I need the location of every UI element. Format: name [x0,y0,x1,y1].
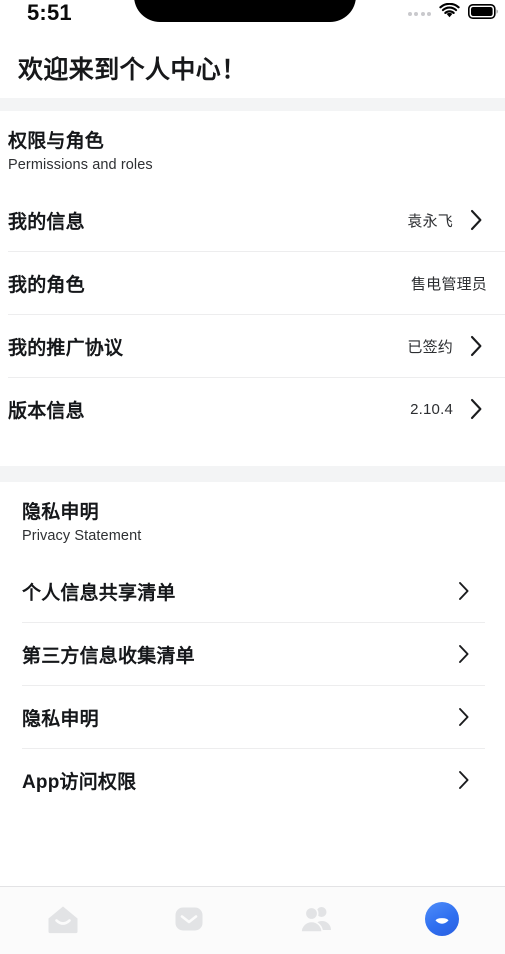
chevron-right-icon[interactable] [465,335,487,357]
battery-full-icon [468,3,499,24]
section-divider-band-top [0,98,505,111]
row-app-access-permissions[interactable]: App访问权限 [0,749,505,811]
signal-dots-icon [407,11,431,16]
permissions-section-subtitle: Permissions and roles [8,157,153,173]
row-label: 个人信息共享清单 [22,582,176,604]
page-header: 欢迎来到个人中心！ [0,32,505,98]
chevron-right-icon[interactable] [465,209,487,231]
permissions-and-roles-card: 权限与角色 Permissions and roles 我的信息 袁永飞 我的角… [0,111,505,466]
row-value: 售电管理员 [410,275,487,293]
row-third-party-collection-list[interactable]: 第三方信息收集清单 [0,623,505,685]
privacy-section-title: 隐私申明 [22,502,99,523]
row-version-information[interactable]: 版本信息 2.10.4 [0,378,505,440]
home-icon [46,903,80,935]
row-label: 我的推广协议 [8,337,124,359]
chevron-right-icon[interactable] [453,707,475,727]
profile-icon [424,902,459,936]
chevron-right-icon[interactable] [453,581,475,601]
dynamic-island [134,0,356,22]
row-my-role[interactable]: 我的角色 售电管理员 [0,252,505,314]
privacy-section-header: 隐私申明 Privacy Statement [0,482,505,560]
row-label: 隐私申明 [22,708,99,730]
row-label: 版本信息 [8,400,85,422]
privacy-section-subtitle: Privacy Statement [22,528,142,544]
bottom-tab-bar [0,886,505,954]
card-bottom-spacer [0,440,505,466]
message-icon [173,903,205,935]
permissions-section-header: 权限与角色 Permissions and roles [0,111,505,189]
row-my-promotion-agreement[interactable]: 我的推广协议 已签约 [0,315,505,377]
permissions-section-title: 权限与角色 [8,131,105,152]
status-bar-time: 5:51 [27,0,72,25]
section-divider-band-middle [0,466,505,482]
status-bar: 5:51 [0,0,505,32]
page-title: 欢迎来到个人中心！ [18,56,247,84]
row-label: 我的角色 [8,274,85,296]
row-label: 第三方信息收集清单 [22,645,195,667]
row-label: 我的信息 [8,211,85,233]
row-value: 已签约 [407,338,453,356]
row-label: App访问权限 [22,771,137,793]
tab-profile[interactable] [379,887,505,945]
row-value: 袁永飞 [407,212,453,230]
status-bar-indicators [407,2,500,24]
row-privacy-statement[interactable]: 隐私申明 [0,686,505,748]
tab-messages[interactable] [126,887,252,945]
contacts-icon [298,903,334,935]
tab-contacts[interactable] [253,887,379,945]
row-my-information[interactable]: 我的信息 袁永飞 [0,189,505,251]
row-personal-info-sharing-list[interactable]: 个人信息共享清单 [0,560,505,622]
chevron-right-icon[interactable] [453,644,475,664]
wifi-icon [439,2,460,24]
row-value: 2.10.4 [410,400,453,418]
tab-home[interactable] [0,887,126,945]
chevron-right-icon[interactable] [465,398,487,420]
privacy-statement-card: 隐私申明 Privacy Statement 个人信息共享清单 第三方信息收集清… [0,482,505,811]
chevron-right-icon[interactable] [453,770,475,790]
